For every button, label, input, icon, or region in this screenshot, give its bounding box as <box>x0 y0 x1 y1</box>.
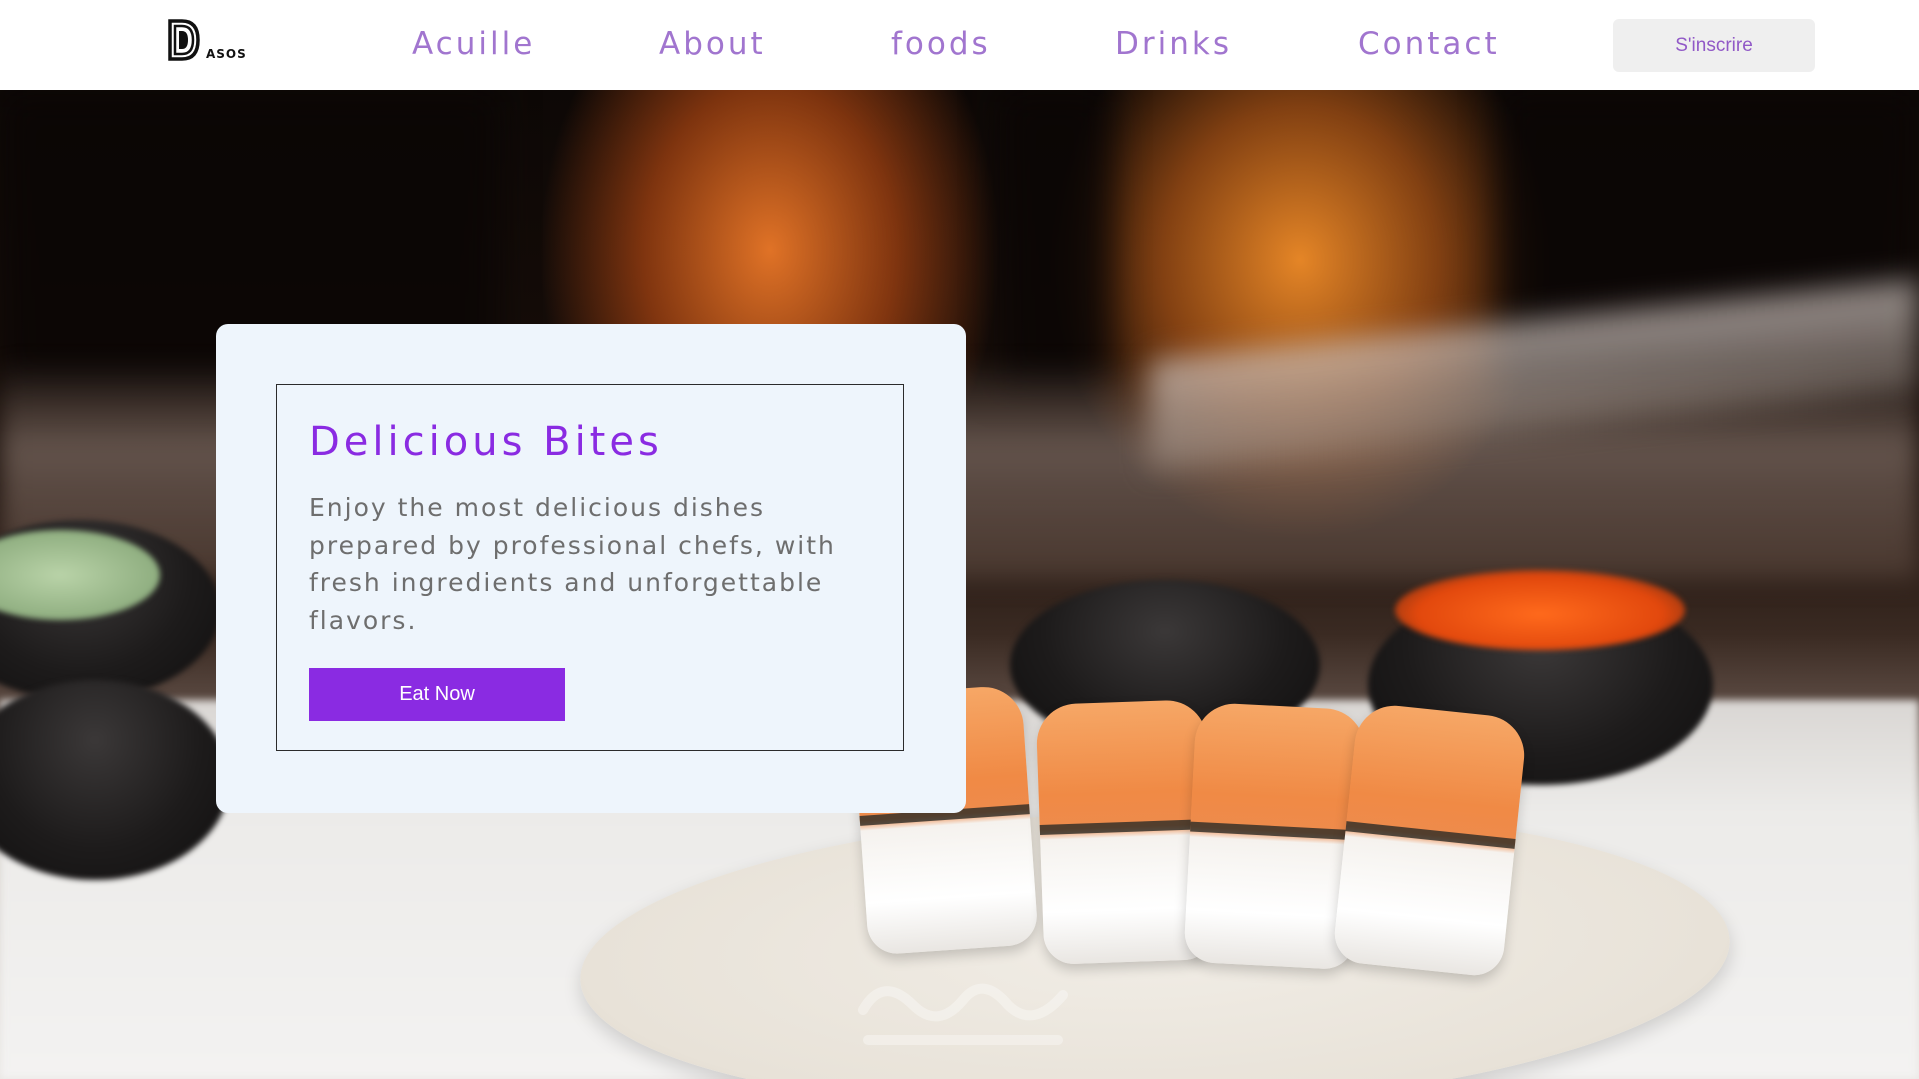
nav-item-contact[interactable]: Contact <box>1358 26 1500 62</box>
nav-item-drinks[interactable]: Drinks <box>1115 26 1232 62</box>
mostaql-watermark-icon <box>858 983 1068 1045</box>
page: ASOS Acuille About foods Drinks Contact … <box>0 0 1919 1079</box>
nav-item-about[interactable]: About <box>659 26 766 62</box>
eat-now-button[interactable]: Eat Now <box>309 668 565 721</box>
hero-card: Delicious Bites Enjoy the most delicious… <box>216 324 966 813</box>
site-header: ASOS Acuille About foods Drinks Contact … <box>0 0 1919 90</box>
roe-topping <box>1395 570 1685 650</box>
sushi-roll <box>1331 701 1529 979</box>
signup-button[interactable]: S'inscrire <box>1613 19 1815 72</box>
nav-item-foods[interactable]: foods <box>891 26 991 62</box>
hero-description: Enjoy the most delicious dishes prepared… <box>309 493 836 635</box>
nav-item-acuille[interactable]: Acuille <box>412 26 535 62</box>
hero-title: Delicious Bites <box>309 419 663 465</box>
hero-card-frame: Delicious Bites Enjoy the most delicious… <box>276 384 904 751</box>
